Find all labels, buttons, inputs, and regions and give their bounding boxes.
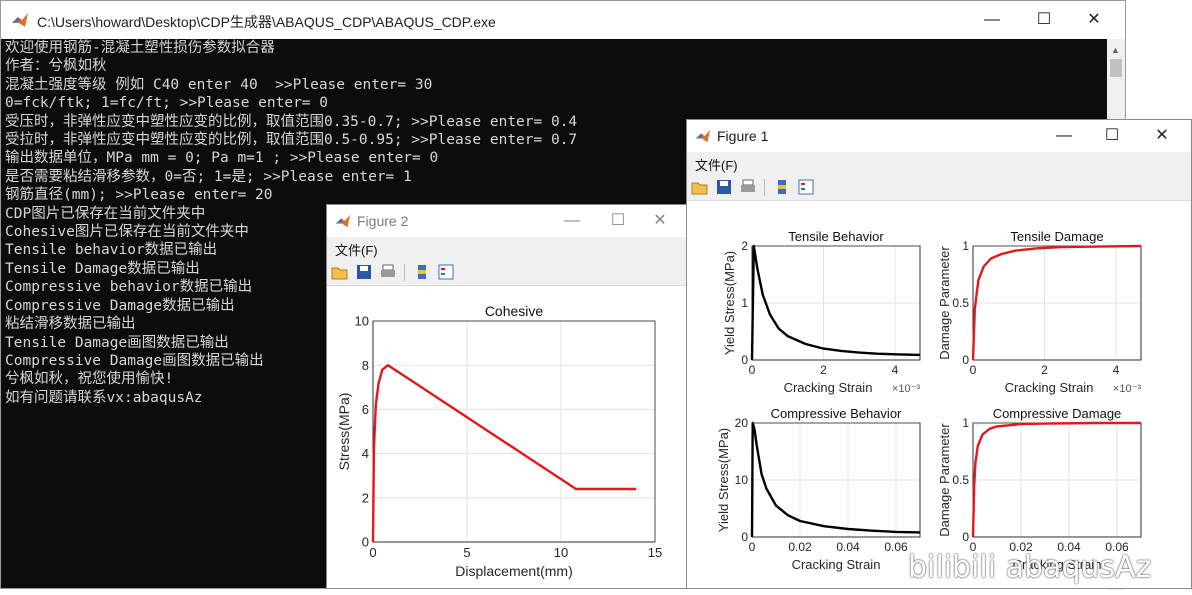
figure2-title: Figure 2 [357,213,409,229]
y-tick-label: 2 [362,490,369,505]
x-tick-label: 4 [892,363,899,377]
x-tick-label: 0 [970,363,977,377]
y-tick-label: 1 [741,296,748,310]
menu-file[interactable]: 文件(F) [335,240,378,259]
x-tick-label: 0 [369,545,376,560]
matlab-logo-icon [12,13,28,27]
plot-title: Cohesive [485,303,544,319]
legend-icon[interactable] [797,178,815,196]
menu-file[interactable]: 文件(F) [695,155,738,174]
figure2-canvas: 0 5 10 15 0 2 4 6 8 10 Cohesive Displacement(mm) Str… [327,286,687,588]
open-folder-icon[interactable] [331,263,349,281]
x-tick-label: 0.06 [884,540,908,554]
y-tick-label: 20 [735,416,749,430]
y-axis-label: Damage Parameter [937,423,952,537]
toolbar-separator [404,264,405,281]
y-tick-label: 0 [962,530,969,544]
y-tick-label: 0 [962,353,969,367]
colorbar-icon[interactable] [413,263,431,281]
maximize-button[interactable]: ☐ [595,206,641,236]
plot-title: Compressive Damage [993,406,1122,421]
x-tick-label: 4 [1113,363,1120,377]
x-axis-multiplier: ×10⁻³ [892,383,920,395]
print-icon[interactable] [379,263,397,281]
y-tick-label: 1 [962,416,969,430]
scrollbar-thumb[interactable] [1110,59,1122,77]
save-icon[interactable] [715,178,733,196]
close-button[interactable]: ✕ [1139,121,1185,151]
legend-icon[interactable] [437,263,455,281]
y-tick-label: 2 [741,239,748,253]
figure1-menubar: 文件(F) [687,152,1191,174]
maximize-button[interactable]: ☐ [1021,5,1067,35]
figure2-titlebar[interactable]: Figure 2 — ☐ ✕ [327,205,687,237]
y-tick-label: 0 [741,353,748,367]
close-button[interactable]: ✕ [637,206,683,236]
cohesive-chart: 0 5 10 15 0 2 4 6 8 10 Cohesive Displacement(mm) Str… [336,303,662,579]
figure1-titlebar[interactable]: Figure 1 — ☐ ✕ [687,120,1191,152]
console-line: 0=fck/ftk; 1=fc/ft; >>Please enter= 0 [5,95,329,112]
toolbar-separator [764,179,765,196]
console-titlebar[interactable]: C:\Users\howard\Desktop\CDP生成器\ABAQUS_CD… [1,1,1125,39]
figure2-window[interactable]: Figure 2 — ☐ ✕ 文件(F) 0 5 10 15 0 2 4 6 8 10 Cohesi… [326,204,688,589]
close-button[interactable]: ✕ [1071,5,1117,35]
y-tick-label: 4 [362,446,369,461]
cdp-charts: 0 2 4 0 1 2 Tensile Behavior Cracking Strain ×10… [716,229,1142,572]
console-line: 混凝土强度等级 例如 C40 enter 40 >>Please enter= … [5,76,433,93]
x-tick-label: 0.04 [836,540,860,554]
x-axis-label: Cracking Strain [792,557,881,572]
console-line: 作者：兮枫如秋 [5,58,107,75]
y-tick-label: 0 [741,530,748,544]
console-line: 欢迎使用钢筋-混凝土塑性损伤参数拟合器 [5,40,275,56]
x-tick-label: 10 [554,545,568,560]
y-tick-label: 10 [735,473,749,487]
colorbar-icon[interactable] [773,178,791,196]
y-tick-label: 0.5 [952,473,969,487]
x-tick-label: 0 [749,540,756,554]
figure2-toolbar [327,259,687,286]
maximize-button[interactable]: ☐ [1089,121,1135,151]
print-icon[interactable] [739,178,757,196]
x-tick-label: 0.02 [788,540,812,554]
x-axis-label: Cracking Strain [784,380,873,395]
matlab-logo-icon [335,214,351,228]
figure2-menubar: 文件(F) [327,237,687,259]
figure1-canvas: 0 2 4 0 1 2 Tensile Behavior Cracking Strain ×10… [687,201,1191,588]
minimize-button[interactable]: — [549,206,595,236]
y-axis-label: Damage Parameter [937,246,952,360]
x-tick-label: 2 [820,363,827,377]
plot-area [372,320,656,543]
x-tick-label: 5 [463,545,470,560]
matlab-logo-icon [695,129,711,143]
y-tick-label: 1 [962,239,969,253]
minimize-button[interactable]: — [969,5,1015,35]
minimize-button[interactable]: — [1041,121,1087,151]
y-axis-label: Yield Stress(MPa) [716,428,731,532]
plot-title: Tensile Behavior [788,229,884,244]
figure1-title: Figure 1 [717,128,769,144]
y-tick-label: 0 [362,535,369,550]
plot-title: Compressive Behavior [771,406,902,421]
y-axis-label: Stress(MPa) [336,393,352,471]
console-title: C:\Users\howard\Desktop\CDP生成器\ABAQUS_CD… [37,14,496,30]
x-tick-label: 0 [749,363,756,377]
scroll-up-icon[interactable]: ▲ [1111,45,1120,55]
y-tick-label: 8 [362,358,369,373]
x-axis-label: Displacement(mm) [455,563,572,579]
x-axis-label: Cracking Strain [1005,380,1094,395]
y-tick-label: 6 [362,402,369,417]
watermark: bilibili abaqusAz [908,550,1152,585]
x-tick-label: 2 [1041,363,1048,377]
y-tick-label: 0.5 [952,296,969,310]
x-tick-label: 15 [648,545,662,560]
y-axis-label: Yield Stress(MPa) [722,251,737,355]
x-axis-multiplier: ×10⁻³ [1113,383,1141,395]
figure1-toolbar [687,174,1191,201]
plot-title: Tensile Damage [1010,229,1103,244]
y-tick-label: 10 [355,314,369,329]
figure1-window[interactable]: Figure 1 — ☐ ✕ 文件(F) 0 2 4 0 1 2 Tensile Behav… [686,119,1192,589]
open-folder-icon[interactable] [691,178,709,196]
save-icon[interactable] [355,263,373,281]
